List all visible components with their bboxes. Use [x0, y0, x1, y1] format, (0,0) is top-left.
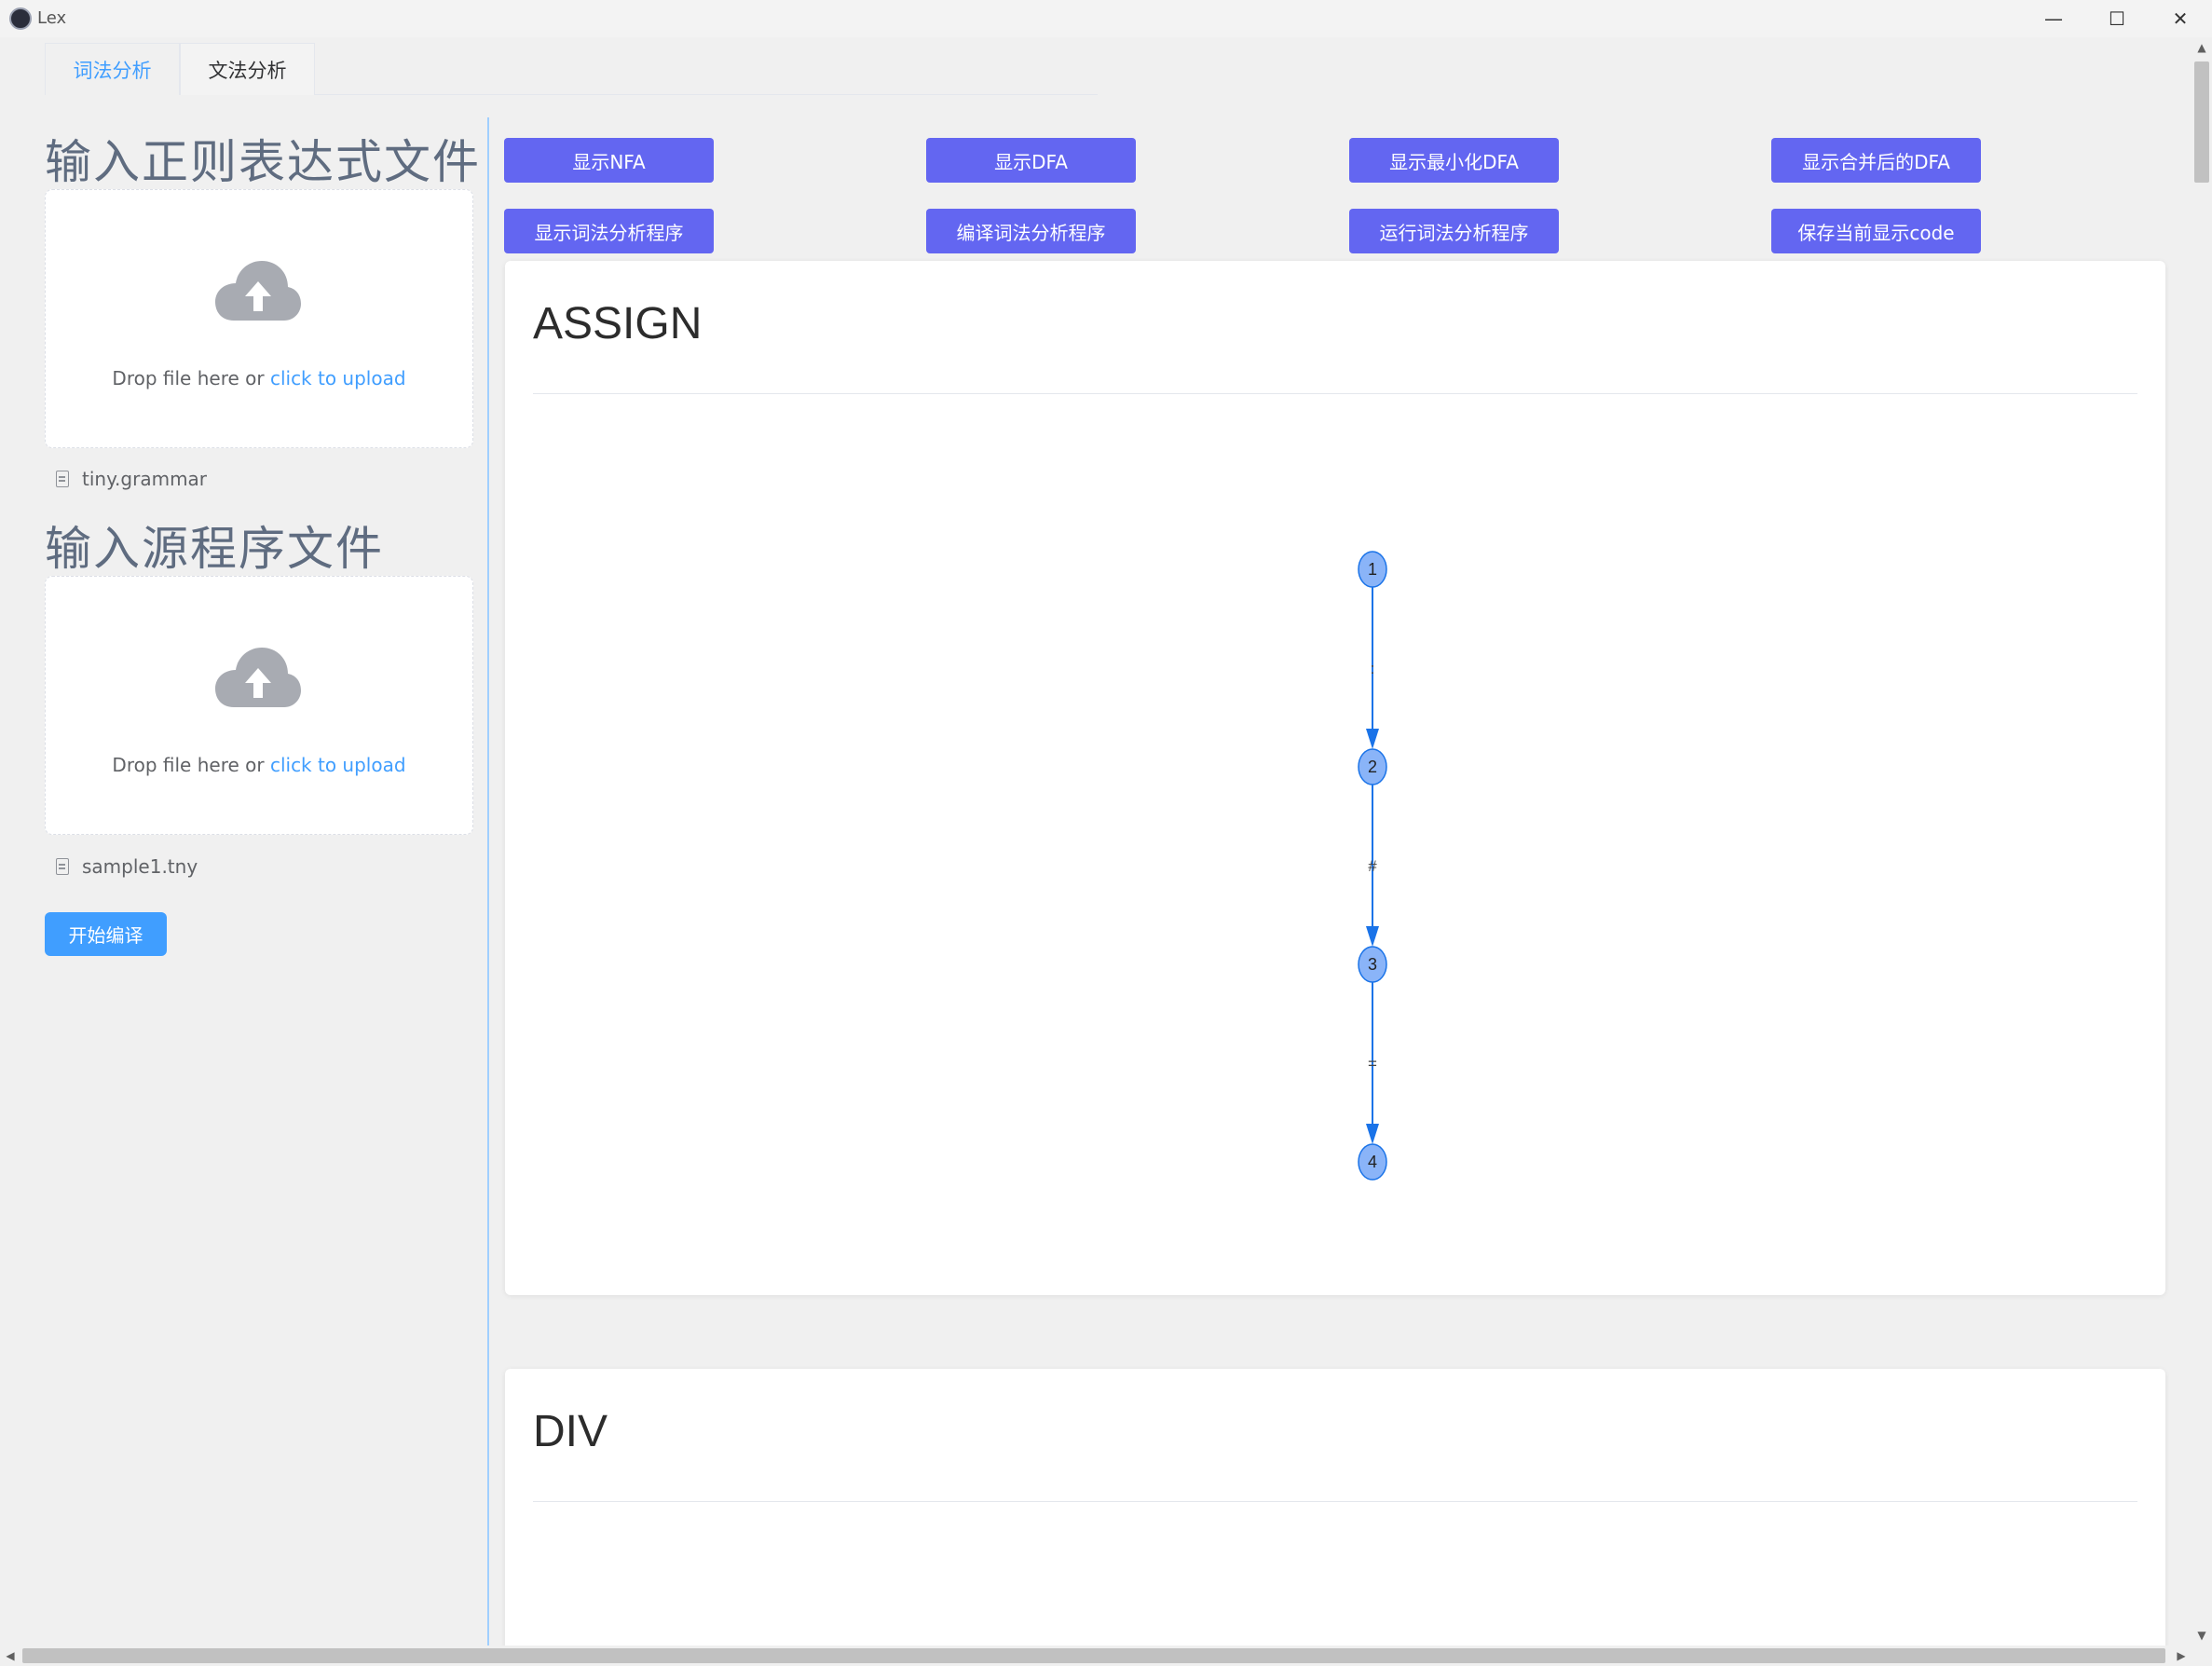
minimize-button[interactable]: —: [2022, 0, 2085, 37]
state-label: 4: [1368, 1153, 1377, 1171]
scroll-right-arrow-icon[interactable]: ▶: [2171, 1646, 2192, 1666]
show-dfa-button[interactable]: 显示DFA: [926, 138, 1136, 183]
scroll-down-arrow-icon[interactable]: ▼: [2192, 1625, 2212, 1646]
click-to-upload-link[interactable]: click to upload: [270, 754, 406, 776]
vertical-scroll-thumb[interactable]: [2194, 61, 2209, 183]
transition-label: =: [1368, 1055, 1377, 1072]
show-lexer-code-button[interactable]: 显示词法分析程序: [504, 209, 714, 253]
card-divider: [533, 1501, 2137, 1502]
click-to-upload-link[interactable]: click to upload: [270, 367, 406, 389]
scroll-left-arrow-icon[interactable]: ◀: [0, 1646, 20, 1666]
arrowhead-icon: [1366, 1124, 1379, 1144]
tab-bar: 词法分析 文法分析: [45, 43, 1098, 95]
regex-section-title: 输入正则表达式文件: [45, 135, 481, 189]
state-label: 2: [1368, 758, 1377, 776]
regex-upload-dropzone[interactable]: Drop file here or click to upload: [45, 189, 473, 448]
state-label: 1: [1368, 560, 1377, 579]
arrowhead-icon: [1366, 926, 1379, 947]
save-code-button[interactable]: 保存当前显示code: [1771, 209, 1981, 253]
state-label: 3: [1368, 955, 1377, 974]
vertical-scrollbar[interactable]: ▲ ▼: [2192, 37, 2212, 1646]
uploaded-file-item[interactable]: sample1.tny: [56, 855, 198, 878]
title-bar: Lex — ☐ ✕: [0, 0, 2212, 37]
uploaded-file-item[interactable]: tiny.grammar: [56, 468, 207, 490]
card-title: DIV: [533, 1407, 608, 1456]
file-name: sample1.tny: [82, 855, 198, 878]
source-section-title: 输入源程序文件: [45, 522, 384, 576]
upload-hint: Drop file here or click to upload: [46, 754, 472, 776]
transition-label: :: [1371, 660, 1375, 677]
dfa-graph: : # = 1 2 3 4: [1358, 551, 1387, 1181]
arrowhead-icon: [1366, 729, 1379, 749]
horizontal-scrollbar[interactable]: ◀ ▶: [0, 1646, 2192, 1666]
scroll-up-arrow-icon[interactable]: ▲: [2192, 37, 2212, 58]
show-min-dfa-button[interactable]: 显示最小化DFA: [1349, 138, 1559, 183]
upload-hint-text: Drop file here or: [112, 367, 270, 389]
compile-lexer-button[interactable]: 编译词法分析程序: [926, 209, 1136, 253]
tab-lexical-analysis[interactable]: 词法分析: [45, 43, 180, 95]
tab-grammar-analysis[interactable]: 文法分析: [180, 43, 315, 95]
close-button[interactable]: ✕: [2149, 0, 2212, 37]
horizontal-scroll-thumb[interactable]: [22, 1648, 2165, 1663]
upload-hint: Drop file here or click to upload: [46, 367, 472, 389]
upload-hint-text: Drop file here or: [112, 754, 270, 776]
run-lexer-button[interactable]: 运行词法分析程序: [1349, 209, 1559, 253]
source-upload-dropzone[interactable]: Drop file here or click to upload: [45, 576, 473, 835]
start-compile-button[interactable]: 开始编译: [45, 912, 167, 956]
show-merged-dfa-button[interactable]: 显示合并后的DFA: [1771, 138, 1981, 183]
file-name: tiny.grammar: [82, 468, 208, 490]
document-icon: [56, 471, 69, 487]
maximize-button[interactable]: ☐: [2085, 0, 2149, 37]
dfa-card-assign: ASSIGN : # = 1 2 3 4: [505, 261, 2165, 1295]
document-icon: [56, 858, 69, 875]
window-title: Lex: [37, 8, 67, 28]
dfa-card-div: DIV: [505, 1369, 2165, 1666]
show-nfa-button[interactable]: 显示NFA: [504, 138, 714, 183]
app-logo-icon: [9, 7, 32, 30]
upload-cloud-icon: [215, 648, 301, 707]
upload-cloud-icon: [215, 261, 301, 321]
transition-label: #: [1368, 857, 1377, 875]
panel-divider: [487, 117, 489, 1646]
